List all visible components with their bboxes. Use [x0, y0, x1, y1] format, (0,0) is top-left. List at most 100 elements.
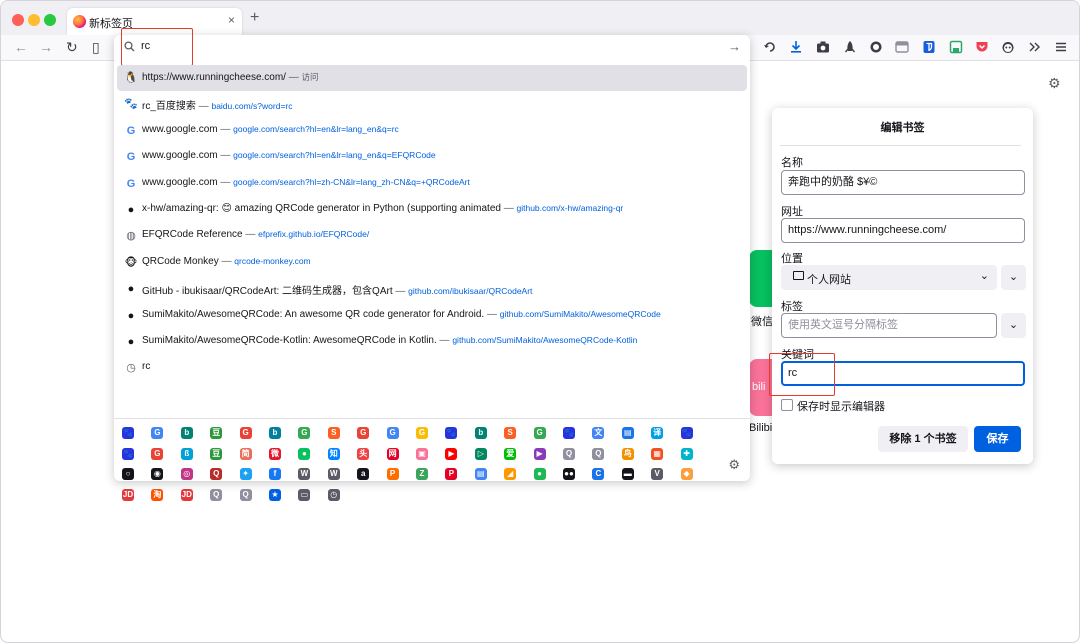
- location-dropdown[interactable]: 个人网站 ⌄: [781, 265, 997, 290]
- result-row[interactable]: 🐵 QRCode Monkey — qrcode-monkey.com: [117, 250, 747, 276]
- history-engine-icon[interactable]: ◷: [327, 488, 340, 501]
- name-field[interactable]: 奔跑中的奶酪 $¥©: [781, 170, 1025, 195]
- sogou-engine-icon[interactable]: S: [327, 427, 340, 439]
- wikipedia-engine-icon[interactable]: W: [327, 468, 340, 480]
- circle-icon[interactable]: [869, 40, 883, 54]
- rainbow-engine-icon[interactable]: ◢: [504, 468, 517, 480]
- play-engine-icon[interactable]: ▶: [533, 447, 546, 460]
- instagram-engine-icon[interactable]: ◎: [180, 468, 193, 480]
- pocket-icon[interactable]: [975, 40, 989, 54]
- baidu-engine-icon[interactable]: 🐾: [122, 427, 134, 439]
- result-row[interactable]: Gwww.google.com — google.com/search?hl=e…: [117, 144, 747, 170]
- go-arrow-icon[interactable]: →: [728, 39, 741, 54]
- play-engine-icon[interactable]: ▷: [474, 447, 487, 460]
- search-engine-icon[interactable]: Q: [563, 447, 575, 460]
- google-engine-icon[interactable]: G: [386, 427, 399, 439]
- close-window-button[interactable]: [12, 14, 24, 26]
- bing-engine-icon[interactable]: b: [474, 427, 487, 439]
- result-row[interactable]: ◍ EFQRCode Reference — efprefix.github.io…: [117, 223, 747, 249]
- medium-engine-icon[interactable]: ●●: [563, 468, 575, 480]
- toutiao-engine-icon[interactable]: 头: [357, 447, 370, 460]
- doc-engine-icon[interactable]: ▤: [621, 427, 634, 439]
- forward-button[interactable]: →: [39, 39, 53, 55]
- bing-engine-icon[interactable]: b: [269, 427, 281, 439]
- weibo-engine-icon[interactable]: 微: [269, 447, 281, 460]
- save-button[interactable]: 保存: [974, 426, 1021, 452]
- quora-engine-icon[interactable]: Q: [210, 468, 223, 480]
- back-button[interactable]: ←: [14, 39, 28, 55]
- bilibili-engine-icon[interactable]: ▣: [416, 447, 428, 460]
- menu-icon[interactable]: [1054, 40, 1068, 54]
- minimize-window-button[interactable]: [28, 14, 40, 26]
- undo-icon[interactable]: [763, 40, 777, 54]
- google-engine-icon[interactable]: G: [239, 427, 252, 439]
- result-row[interactable]: ● GitHub - ibukisaar/QRCodeArt: 二维码生成器，包含…: [117, 276, 747, 302]
- result-row[interactable]: 🐧 https://www.runningcheese.com/ — 访问: [117, 65, 747, 92]
- tabs-engine-icon[interactable]: ▭: [298, 488, 311, 501]
- expand-tags-button[interactable]: ⌄: [1001, 313, 1026, 338]
- bilibili-engine-icon[interactable]: ß: [180, 447, 193, 460]
- google-engine-icon[interactable]: G: [151, 427, 164, 439]
- vue-engine-icon[interactable]: V: [651, 468, 664, 480]
- save-icon[interactable]: [949, 40, 963, 54]
- baidu-engine-icon[interactable]: 🐾: [563, 427, 575, 439]
- bing-engine-icon[interactable]: b: [180, 427, 193, 439]
- wechat-engine-icon[interactable]: ●: [298, 447, 311, 460]
- panda-icon[interactable]: [1001, 40, 1015, 54]
- wechat-tile[interactable]: [749, 250, 773, 307]
- screen-engine-icon[interactable]: ▬: [621, 468, 634, 480]
- translate-engine-icon[interactable]: 译: [651, 427, 664, 439]
- puzzle-engine-icon[interactable]: ✚: [680, 447, 693, 460]
- baidu-engine-icon[interactable]: 🐾: [445, 427, 458, 439]
- google-engine-icon[interactable]: G: [151, 447, 164, 460]
- google-engine-icon[interactable]: G: [298, 427, 311, 439]
- bookmark-engine-icon[interactable]: ★: [269, 488, 281, 501]
- bitwarden-icon[interactable]: [922, 40, 936, 54]
- download-icon[interactable]: [789, 40, 803, 54]
- spotify-engine-icon[interactable]: ●: [533, 468, 546, 480]
- screenshot-icon[interactable]: [816, 40, 830, 54]
- new-tab-button[interactable]: +: [250, 9, 259, 27]
- result-row[interactable]: ● SumiMakito/AwesomeQRCode: An awesome QR…: [117, 303, 747, 329]
- google-engine-icon[interactable]: G: [357, 427, 370, 439]
- tab-close-button[interactable]: ×: [228, 13, 235, 27]
- show-editor-checkbox[interactable]: [781, 399, 793, 411]
- github-engine-icon[interactable]: ○: [122, 468, 134, 480]
- rocket-icon[interactable]: [843, 40, 857, 54]
- taobao-engine-icon[interactable]: 淘: [151, 488, 164, 501]
- jd-engine-icon[interactable]: JD: [122, 488, 134, 501]
- douban-engine-icon[interactable]: 豆: [210, 427, 223, 439]
- reload-button[interactable]: ↻: [66, 39, 78, 56]
- png-engine-icon[interactable]: P: [386, 468, 399, 480]
- search-settings-icon[interactable]: ⚙: [728, 457, 740, 473]
- container-icon[interactable]: [895, 40, 909, 54]
- search-engine-icon[interactable]: Q: [592, 447, 605, 460]
- facebook-engine-icon[interactable]: f: [269, 468, 281, 480]
- translate-engine-icon[interactable]: 文: [592, 427, 605, 439]
- result-row[interactable]: Gwww.google.com — google.com/search?hl=e…: [117, 118, 747, 144]
- sidebar-button[interactable]: ▯: [92, 39, 100, 56]
- baidu-engine-icon[interactable]: 🐾: [680, 427, 693, 439]
- jianshu-engine-icon[interactable]: 简: [239, 447, 252, 460]
- chrome-engine-icon[interactable]: C: [592, 468, 605, 480]
- zcool-engine-icon[interactable]: Z: [416, 468, 428, 480]
- search-engine-icon[interactable]: Q: [239, 488, 252, 501]
- result-row[interactable]: Gwww.google.com — google.com/search?hl=z…: [117, 171, 747, 197]
- remove-bookmark-button[interactable]: 移除 1 个书签: [878, 426, 968, 452]
- jd-engine-icon[interactable]: JD: [180, 488, 193, 501]
- gitlab-engine-icon[interactable]: ◆: [680, 468, 693, 480]
- search-engine-icon[interactable]: Q: [210, 488, 223, 501]
- zoom-window-button[interactable]: [44, 14, 56, 26]
- tags-field[interactable]: 使用英文逗号分隔标签: [781, 313, 997, 338]
- pinterest-engine-icon[interactable]: P: [445, 468, 458, 480]
- youtube-engine-icon[interactable]: ▶: [445, 447, 458, 460]
- maps-engine-icon[interactable]: ◉: [151, 468, 164, 480]
- baidu-engine-icon[interactable]: 🐾: [122, 447, 134, 460]
- result-row[interactable]: ● SumiMakito/AwesomeQRCode-Kotlin: Awesom…: [117, 329, 747, 355]
- result-row[interactable]: 🐾 rc_百度搜索 — baidu.com/s?word=rc: [117, 91, 747, 117]
- twitter-engine-icon[interactable]: ✦: [239, 468, 252, 480]
- expand-folders-button[interactable]: ⌄: [1001, 265, 1026, 290]
- document-engine-icon[interactable]: ▤: [474, 468, 487, 480]
- google-engine-icon[interactable]: G: [416, 427, 428, 439]
- bird-engine-icon[interactable]: 鸟: [621, 447, 634, 460]
